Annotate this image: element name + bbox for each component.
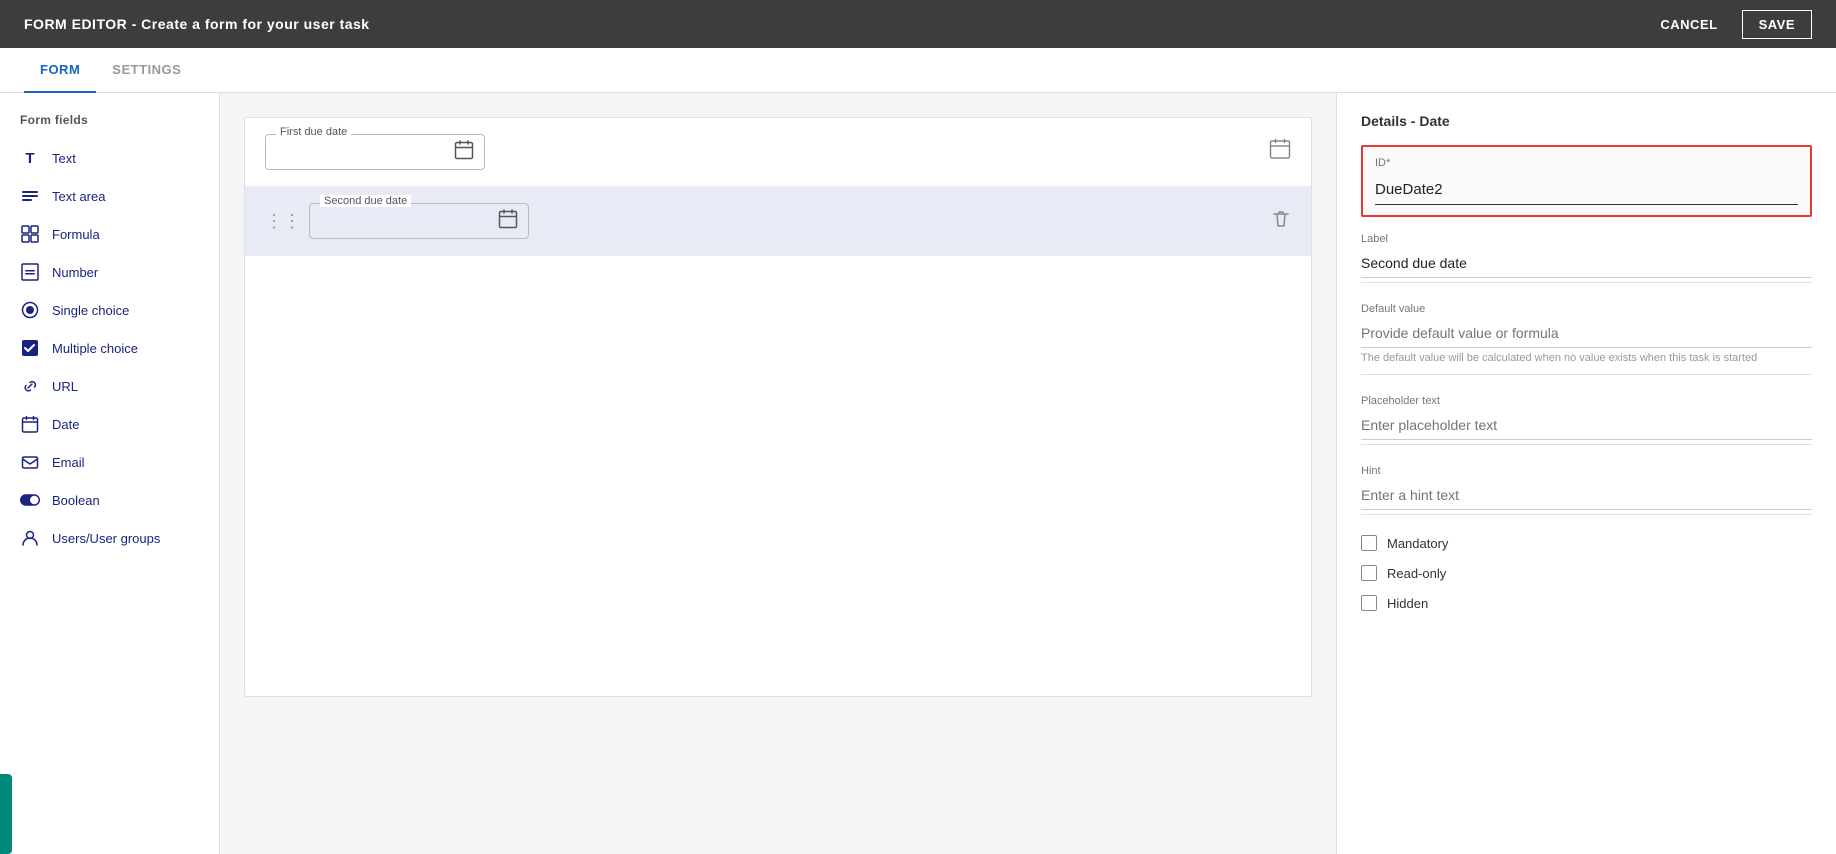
sidebar-item-textarea[interactable]: Text area xyxy=(0,177,219,215)
delete-icon[interactable] xyxy=(1271,209,1291,234)
label-field-group: Label xyxy=(1361,233,1812,283)
header: FORM EDITOR - Create a form for your use… xyxy=(0,0,1836,48)
sidebar-item-number[interactable]: Number xyxy=(0,253,219,291)
hint-label: Hint xyxy=(1361,465,1812,477)
sidebar-title: Form fields xyxy=(0,113,219,139)
sidebar-item-label: Email xyxy=(52,455,85,470)
second-due-date-input[interactable] xyxy=(322,212,482,228)
sidebar-item-boolean[interactable]: Boolean xyxy=(0,481,219,519)
sidebar-item-label: Formula xyxy=(52,227,100,242)
main-layout: Form fields T Text Text area Formula Num… xyxy=(0,93,1836,854)
read-only-label: Read-only xyxy=(1387,566,1446,581)
hint-input[interactable] xyxy=(1361,481,1812,510)
single-choice-icon xyxy=(20,300,40,320)
text-icon: T xyxy=(20,148,40,168)
first-due-date-field[interactable]: First due date xyxy=(265,134,485,170)
header-actions: CANCEL SAVE xyxy=(1648,10,1812,39)
default-value-label: Default value xyxy=(1361,303,1812,315)
default-value-hint: The default value will be calculated whe… xyxy=(1361,352,1812,364)
sidebar-item-multiple-choice[interactable]: Multiple choice xyxy=(0,329,219,367)
date-icon xyxy=(20,414,40,434)
checkbox-group: Mandatory Read-only Hidden xyxy=(1361,535,1812,611)
sidebar-item-url[interactable]: URL xyxy=(0,367,219,405)
first-due-date-calendar-icon xyxy=(454,140,474,165)
users-icon xyxy=(20,528,40,548)
first-due-date-row[interactable]: First due date xyxy=(245,118,1311,187)
save-button[interactable]: SAVE xyxy=(1742,10,1812,39)
sidebar-item-label: Boolean xyxy=(52,493,100,508)
id-field-label: ID* xyxy=(1375,157,1798,169)
boolean-icon xyxy=(20,490,40,510)
drag-handle[interactable]: ⋮⋮ xyxy=(265,211,301,232)
mandatory-checkbox[interactable] xyxy=(1361,535,1377,551)
details-panel: Details - Date ID* Label Default value T… xyxy=(1336,93,1836,854)
sidebar-item-label: Text area xyxy=(52,189,105,204)
sidebar-item-label: Number xyxy=(52,265,98,280)
formula-icon xyxy=(20,224,40,244)
tab-settings[interactable]: SETTINGS xyxy=(96,48,197,93)
multiple-choice-icon xyxy=(20,338,40,358)
teal-bar xyxy=(0,774,12,854)
sidebar-item-label: URL xyxy=(52,379,78,394)
second-due-date-field-content: Second due date xyxy=(309,203,1255,239)
sidebar-item-email[interactable]: Email xyxy=(0,443,219,481)
sidebar: Form fields T Text Text area Formula Num… xyxy=(0,93,220,854)
placeholder-text-field-group: Placeholder text xyxy=(1361,395,1812,445)
sidebar-item-date[interactable]: Date xyxy=(0,405,219,443)
sidebar-item-text[interactable]: T Text xyxy=(0,139,219,177)
sidebar-item-label: Single choice xyxy=(52,303,129,318)
hint-field-group: Hint xyxy=(1361,465,1812,515)
cancel-button[interactable]: CANCEL xyxy=(1648,10,1729,39)
sidebar-item-formula[interactable]: Formula xyxy=(0,215,219,253)
hidden-checkbox-row[interactable]: Hidden xyxy=(1361,595,1812,611)
first-due-date-input[interactable] xyxy=(278,143,438,159)
row-calendar-icon-1 xyxy=(1269,138,1291,166)
details-title: Details - Date xyxy=(1361,113,1812,129)
sidebar-item-label: Text xyxy=(52,151,76,166)
read-only-checkbox[interactable] xyxy=(1361,565,1377,581)
mandatory-label: Mandatory xyxy=(1387,536,1448,551)
sidebar-item-label: Date xyxy=(52,417,79,432)
placeholder-text-input[interactable] xyxy=(1361,411,1812,440)
second-due-date-row-actions xyxy=(1271,209,1291,234)
header-title: FORM EDITOR - Create a form for your use… xyxy=(24,16,370,32)
placeholder-text-label: Placeholder text xyxy=(1361,395,1812,407)
url-icon xyxy=(20,376,40,396)
default-value-field-group: Default value The default value will be … xyxy=(1361,303,1812,375)
second-due-date-calendar-icon xyxy=(498,209,518,234)
email-icon xyxy=(20,452,40,472)
second-due-date-label: Second due date xyxy=(320,195,411,207)
first-due-date-field-content: First due date xyxy=(265,134,1253,170)
second-due-date-row[interactable]: ⋮⋮ Second due date xyxy=(245,187,1311,256)
sidebar-item-single-choice[interactable]: Single choice xyxy=(0,291,219,329)
tab-form[interactable]: FORM xyxy=(24,48,96,93)
canvas-area[interactable]: First due date ⋮⋮ xyxy=(220,93,1336,854)
label-field-label: Label xyxy=(1361,233,1812,245)
id-field-input[interactable] xyxy=(1375,175,1798,205)
number-icon xyxy=(20,262,40,282)
sidebar-item-label: Users/User groups xyxy=(52,531,160,546)
form-canvas: First due date ⋮⋮ xyxy=(244,117,1312,697)
sidebar-item-label: Multiple choice xyxy=(52,341,138,356)
read-only-checkbox-row[interactable]: Read-only xyxy=(1361,565,1812,581)
sidebar-item-users[interactable]: Users/User groups xyxy=(0,519,219,557)
first-due-date-label: First due date xyxy=(276,126,351,138)
mandatory-checkbox-row[interactable]: Mandatory xyxy=(1361,535,1812,551)
first-due-date-row-actions xyxy=(1269,138,1291,166)
id-field-box: ID* xyxy=(1361,145,1812,217)
hidden-checkbox[interactable] xyxy=(1361,595,1377,611)
label-field-input[interactable] xyxy=(1361,249,1812,278)
hidden-label: Hidden xyxy=(1387,596,1428,611)
textarea-icon xyxy=(20,186,40,206)
second-due-date-field[interactable]: Second due date xyxy=(309,203,529,239)
tabs-bar: FORM SETTINGS xyxy=(0,48,1836,93)
default-value-input[interactable] xyxy=(1361,319,1812,348)
